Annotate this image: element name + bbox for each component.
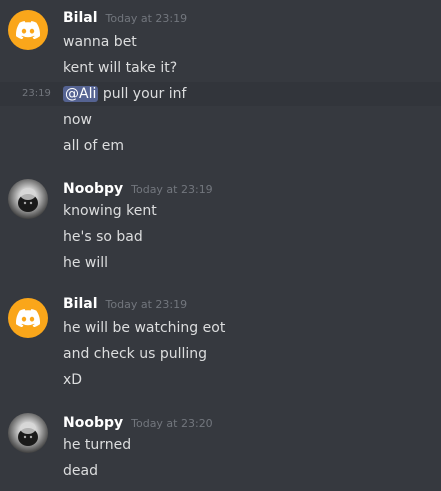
message-row-hovered[interactable]: 23:19 @Ali pull your inf <box>0 82 441 106</box>
user-avatar-icon <box>18 188 38 212</box>
avatar[interactable] <box>8 298 48 338</box>
username[interactable]: Bilal <box>63 10 98 26</box>
user-mention[interactable]: @Ali <box>63 86 99 102</box>
message-text-content: pull your inf <box>102 86 187 102</box>
user-avatar-icon <box>18 422 38 446</box>
message-text: @Ali pull your inf <box>63 84 186 104</box>
avatar[interactable] <box>8 10 48 50</box>
message-text: all of em <box>63 138 125 154</box>
avatar[interactable] <box>8 413 48 453</box>
username[interactable]: Bilal <box>63 296 98 312</box>
message-text: he's so bad <box>63 229 143 245</box>
discord-logo-icon <box>16 309 40 327</box>
message-header: Noobpy Today at 23:20 <box>63 415 213 435</box>
username[interactable]: Noobpy <box>63 181 123 197</box>
message-text: he will be watching eot <box>63 320 226 336</box>
chat-message-list: Bilal Today at 23:19 wanna bet kent will… <box>0 0 441 491</box>
message-text: knowing kent <box>63 203 157 219</box>
message-header: Bilal Today at 23:19 <box>63 10 187 30</box>
message-header: Noobpy Today at 23:19 <box>63 181 213 201</box>
message-text: kent will take it? <box>63 60 178 76</box>
timestamp[interactable]: Today at 23:19 <box>106 12 188 25</box>
timestamp[interactable]: Today at 23:19 <box>131 183 213 196</box>
message-text: and check us pulling <box>63 346 208 362</box>
username[interactable]: Noobpy <box>63 415 123 431</box>
timestamp[interactable]: Today at 23:19 <box>106 298 188 311</box>
message-text: he turned <box>63 437 132 453</box>
message-text: wanna bet <box>63 34 137 50</box>
message-header: Bilal Today at 23:19 <box>63 296 187 316</box>
discord-logo-icon <box>16 21 40 39</box>
message-text: now <box>63 112 92 128</box>
message-text: dead <box>63 463 98 479</box>
message-text: xD <box>63 372 83 388</box>
avatar[interactable] <box>8 179 48 219</box>
hover-timestamp: 23:19 <box>22 88 51 99</box>
message-text: he will <box>63 255 109 271</box>
timestamp[interactable]: Today at 23:20 <box>131 417 213 430</box>
